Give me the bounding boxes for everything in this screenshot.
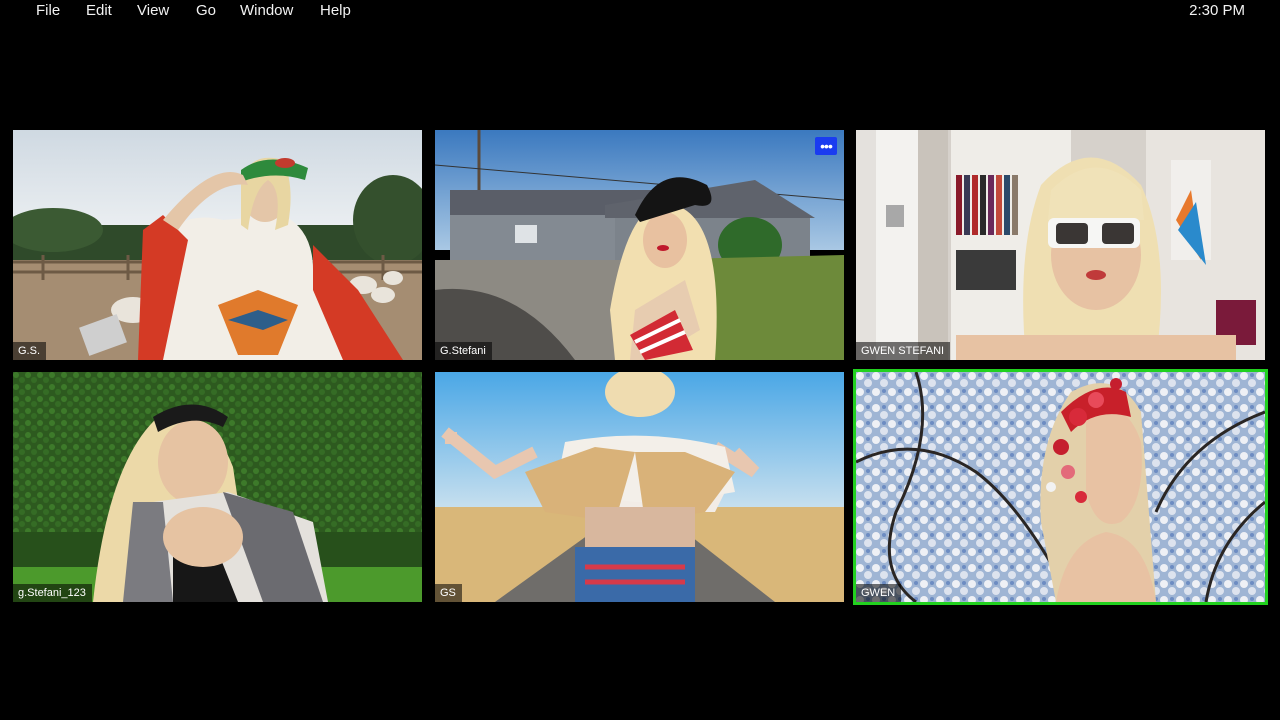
video-feed-cherry-blossoms [856, 372, 1265, 602]
participant-name: G.S. [13, 342, 47, 360]
video-feed-driveway [435, 130, 844, 360]
participant-name: GS [435, 584, 462, 602]
video-tile-1[interactable]: G.S. [13, 130, 422, 360]
menu-file[interactable]: File [36, 2, 60, 19]
menu-help[interactable]: Help [320, 2, 351, 19]
video-tile-6-active-speaker[interactable]: GWEN [853, 369, 1268, 605]
video-feed-farm [13, 130, 422, 360]
menu-clock: 2:30 PM [1189, 2, 1245, 19]
video-tile-5[interactable]: GS [435, 372, 844, 602]
video-tile-2[interactable]: ••• G.Stefani [435, 130, 844, 360]
menu-bar: File Edit View Go Window Help 2:30 PM [0, 0, 1280, 24]
video-tile-4[interactable]: g.Stefani_123 [13, 372, 422, 602]
participant-name: GWEN STEFANI [856, 342, 951, 360]
video-feed-hedge [13, 372, 422, 602]
menu-edit[interactable]: Edit [86, 2, 112, 19]
participant-name: GWEN [856, 584, 902, 602]
video-feed-desert-road [435, 372, 844, 602]
video-feed-closet [856, 130, 1265, 360]
menu-view[interactable]: View [137, 2, 169, 19]
menu-go[interactable]: Go [196, 2, 216, 19]
more-dots-icon[interactable]: ••• [815, 137, 837, 155]
menu-window[interactable]: Window [240, 2, 293, 19]
video-tile-3[interactable]: GWEN STEFANI [856, 130, 1265, 360]
participant-name: g.Stefani_123 [13, 584, 92, 602]
participant-name: G.Stefani [435, 342, 492, 360]
